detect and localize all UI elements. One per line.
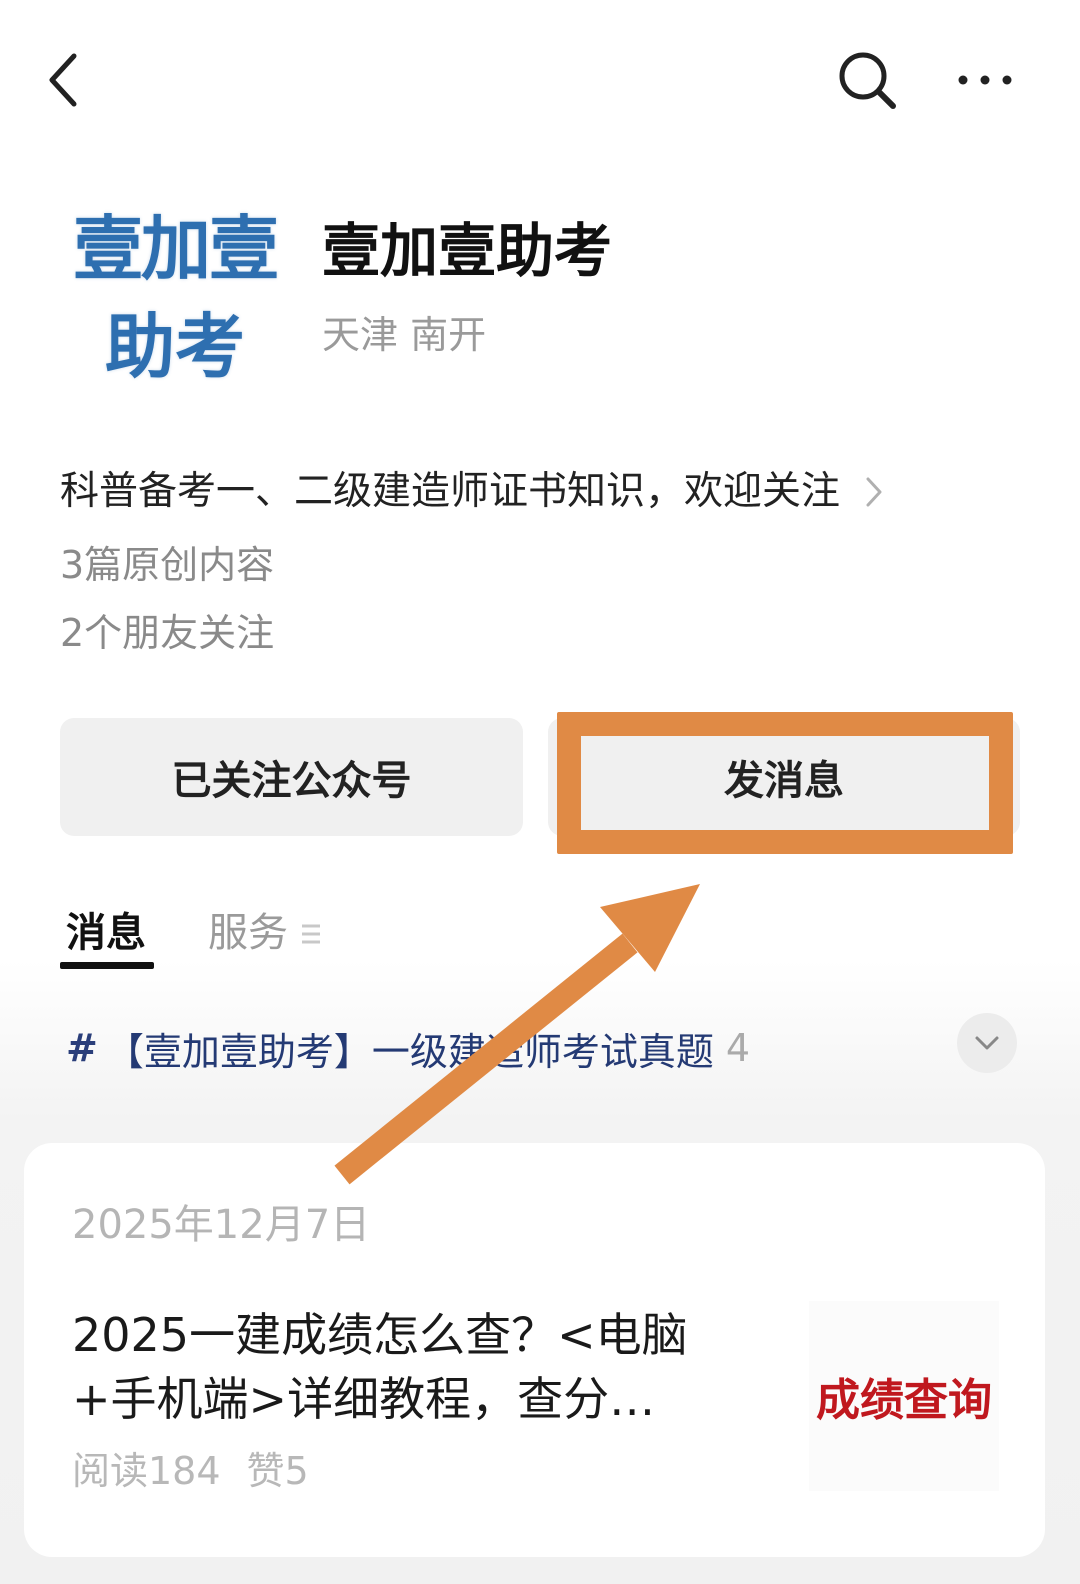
like-count: 赞5 xyxy=(246,1449,309,1493)
article-card[interactable]: 2025年12月7日 2025一建成绩怎么查？<电脑+手机端>详细教程，查分… … xyxy=(24,1143,1045,1557)
expand-topics-button[interactable] xyxy=(957,1013,1017,1073)
topic-title: 【壹加壹助考】一级建造师考试真题 xyxy=(105,1029,714,1074)
account-location: 天津 南开 xyxy=(322,313,487,357)
article-date: 2025年12月7日 xyxy=(72,1202,371,1248)
menu-icon xyxy=(302,924,320,944)
topic-count: 4 xyxy=(725,1026,751,1070)
article-meta: 阅读184 赞5 xyxy=(72,1445,335,1497)
logo-text-line2: 助考 xyxy=(105,306,245,388)
followed-button-label: 已关注公众号 xyxy=(171,758,412,804)
more-horizontal-icon xyxy=(958,75,1012,85)
account-name: 壹加壹助考 xyxy=(322,217,613,285)
back-button[interactable] xyxy=(30,45,94,115)
article-thumbnail[interactable]: 成绩查询 xyxy=(809,1301,999,1491)
followed-button[interactable]: 已关注公众号 xyxy=(60,718,523,836)
topic-collection-row[interactable]: # 【壹加壹助考】一级建造师考试真题 4 xyxy=(66,1018,750,1078)
search-icon xyxy=(839,52,896,109)
account-logo[interactable]: 壹加壹 助考 xyxy=(60,195,290,410)
more-button[interactable] xyxy=(950,55,1020,105)
tab-messages[interactable]: 消息 xyxy=(66,905,146,961)
logo-text-line1: 壹加壹 xyxy=(73,208,279,290)
friends-following[interactable]: 2个朋友关注 xyxy=(60,608,274,658)
account-description-row[interactable]: 科普备考一、二级建造师证书知识，欢迎关注 xyxy=(60,462,940,522)
thumbnail-text: 成绩查询 xyxy=(816,1375,992,1426)
active-tab-indicator xyxy=(60,962,154,969)
search-button[interactable] xyxy=(832,45,902,115)
read-count: 阅读184 xyxy=(72,1449,221,1493)
hashtag-icon: # xyxy=(66,1026,98,1070)
tab-services[interactable]: 服务 xyxy=(208,905,288,961)
article-title[interactable]: 2025一建成绩怎么查？<电脑+手机端>详细教程，查分… xyxy=(72,1303,772,1431)
chevron-down-icon xyxy=(975,1036,999,1050)
chevron-left-icon xyxy=(49,53,77,107)
chevron-right-icon xyxy=(866,477,882,507)
highlight-box xyxy=(557,712,1013,854)
account-description: 科普备考一、二级建造师证书知识，欢迎关注 xyxy=(60,469,841,514)
original-content-count[interactable]: 3篇原创内容 xyxy=(60,540,274,590)
